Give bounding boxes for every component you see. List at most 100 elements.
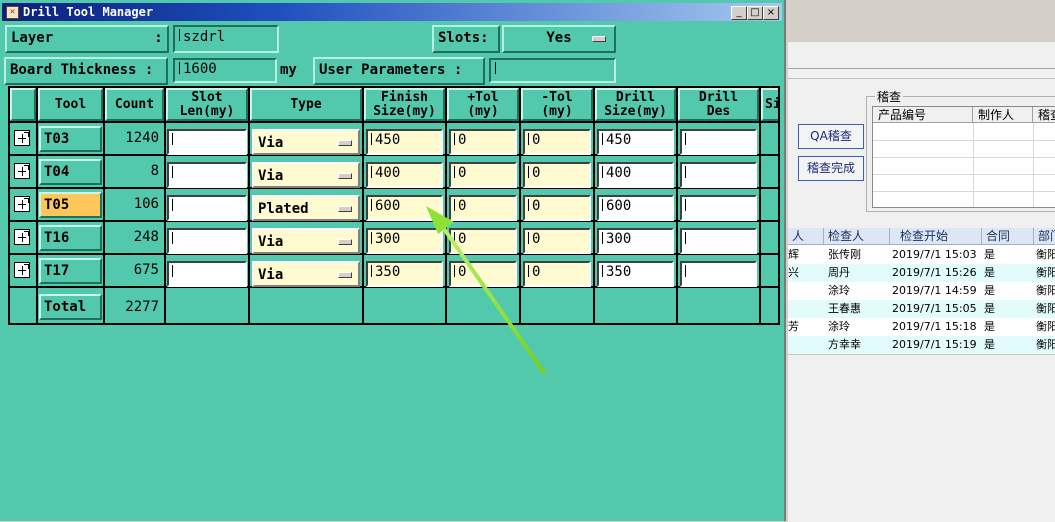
header-finish-size[interactable]: Finish Size(my) — [364, 88, 445, 121]
list-item[interactable]: 兴 周丹 2019/7/1 15:26 是 衡阳 — [788, 264, 1055, 282]
header-drill-size[interactable]: Drill Size(my) — [595, 88, 676, 121]
header-slot-len[interactable]: Slot Len(my) — [166, 88, 248, 121]
minimize-button[interactable]: _ — [731, 6, 747, 20]
drill-size-input[interactable]: 450 — [597, 129, 674, 155]
list-item[interactable]: 方幸幸 2019/7/1 15:19 是 衡阳 — [788, 336, 1055, 354]
tool-button-t16[interactable]: T16 — [39, 225, 102, 251]
type-dropdown[interactable]: Via — [252, 162, 360, 188]
drill-size-input[interactable]: 400 — [597, 162, 674, 188]
arrow-shaft — [440, 224, 547, 376]
expand-toggle-icon[interactable] — [14, 163, 30, 179]
drill-size-input[interactable]: 300 — [597, 228, 674, 254]
header-type[interactable]: Type — [250, 88, 362, 121]
expand-toggle-icon[interactable] — [14, 196, 30, 212]
slot-len-input[interactable] — [167, 162, 247, 188]
list-cell-inspector: 张传刚 — [828, 248, 861, 261]
board-thickness-input[interactable]: 1600 — [173, 58, 277, 83]
list-cell-inspector: 周丹 — [828, 266, 850, 279]
text-cursor-icon — [685, 265, 688, 277]
drill-des-input[interactable] — [680, 129, 757, 155]
tool-button-t05[interactable]: T05 — [39, 192, 102, 218]
text-cursor-icon — [602, 232, 605, 244]
finish-size-input-value: 350 — [375, 264, 401, 280]
list-item[interactable]: 涂玲 2019/7/1 14:59 是 衡阳 — [788, 282, 1055, 300]
qa-audit-button[interactable]: QA稽查 — [798, 124, 864, 149]
tool-button-t03[interactable]: T03 — [39, 126, 102, 152]
drill-size-input[interactable]: 350 — [597, 261, 674, 287]
audit-group-title: 稽查 — [875, 88, 904, 105]
type-value: Via — [258, 168, 284, 184]
drill-des-input[interactable] — [680, 228, 757, 254]
list-cell-inspector: 方幸幸 — [828, 338, 861, 351]
product-grid-header[interactable]: 产品编号 — [873, 107, 973, 123]
list-header[interactable]: 检查开始 — [890, 228, 982, 245]
text-cursor-icon — [172, 232, 175, 244]
list-cell-contract: 是 — [984, 320, 995, 333]
drill-size-input-value: 600 — [606, 198, 632, 214]
close-button[interactable]: × — [763, 6, 779, 20]
header-tool[interactable]: Tool — [38, 88, 103, 121]
slot-len-input[interactable] — [167, 228, 247, 254]
window-title: Drill Tool Manager — [23, 5, 154, 19]
finish-size-input-value: 400 — [375, 165, 401, 181]
tool-button-t04[interactable]: T04 — [39, 159, 102, 185]
drill-des-input[interactable] — [680, 195, 757, 221]
list-cell-start: 2019/7/1 15:19 — [892, 338, 977, 351]
slot-len-input[interactable] — [167, 129, 247, 155]
product-grid[interactable]: 产品编号 制作人 稽查 — [872, 106, 1055, 208]
user-parameters-input[interactable] — [489, 58, 616, 83]
finish-size-input[interactable]: 400 — [366, 162, 443, 188]
slot-len-input[interactable] — [167, 195, 247, 221]
dropdown-indicator-icon — [592, 36, 606, 42]
list-header[interactable]: 部门 — [1034, 228, 1055, 245]
tool-count: 248 — [133, 229, 159, 245]
maximize-button[interactable]: □ — [747, 6, 763, 20]
list-header[interactable]: 人 — [788, 228, 824, 245]
app-toolbar-band — [788, 42, 1055, 69]
type-dropdown[interactable]: Plated — [252, 195, 360, 221]
slots-dropdown[interactable]: Yes — [502, 25, 616, 53]
list-header[interactable]: 合同 — [982, 228, 1034, 245]
layer-input[interactable]: szdrl — [173, 25, 279, 53]
text-cursor-icon — [685, 133, 688, 145]
tool-button-t17[interactable]: T17 — [39, 258, 102, 284]
plus-tol-input[interactable]: 0 — [449, 162, 517, 188]
type-dropdown[interactable]: Via — [252, 261, 360, 287]
header-drill-des[interactable]: Drill Des — [678, 88, 759, 121]
header-plus-tol[interactable]: +Tol (my) — [447, 88, 519, 121]
expand-toggle-icon[interactable] — [14, 229, 30, 245]
type-dropdown[interactable]: Via — [252, 228, 360, 254]
header-minus-tol[interactable]: -Tol (my) — [521, 88, 593, 121]
board-thickness-unit: my — [280, 62, 297, 78]
plus-tol-input[interactable]: 0 — [449, 129, 517, 155]
inspection-list[interactable]: 人 检查人 检查开始 合同 部门 辉张传刚2019/7/1 15:03是衡阳兴周… — [788, 228, 1055, 354]
slot-len-input[interactable] — [167, 261, 247, 287]
drill-des-input[interactable] — [680, 261, 757, 287]
header-expand — [10, 88, 36, 121]
title-bar[interactable]: ✕ Drill Tool Manager _ □ × — [2, 3, 782, 21]
header-count[interactable]: Count — [105, 88, 164, 121]
arrow-annotation — [426, 206, 547, 376]
list-item[interactable]: 辉 张传刚 2019/7/1 15:03 是 衡阳 — [788, 246, 1055, 264]
list-cell-contract: 是 — [984, 284, 995, 297]
text-cursor-icon — [528, 166, 531, 178]
product-grid-header[interactable]: 稽查 — [1033, 107, 1055, 123]
expand-toggle-icon[interactable] — [14, 130, 30, 146]
list-cell-start: 2019/7/1 15:18 — [892, 320, 977, 333]
drill-size-input[interactable]: 600 — [597, 195, 674, 221]
list-item[interactable]: 芳 涂玲 2019/7/1 15:18 是 衡阳 — [788, 318, 1055, 336]
list-header[interactable]: 检查人 — [824, 228, 890, 245]
total-label: Total — [39, 294, 102, 320]
minus-tol-input[interactable]: 0 — [523, 162, 591, 188]
expand-toggle-icon[interactable] — [14, 262, 30, 278]
text-cursor-icon — [602, 199, 605, 211]
product-grid-header[interactable]: 制作人 — [973, 107, 1033, 123]
type-dropdown[interactable]: Via — [252, 129, 360, 155]
minus-tol-input[interactable]: 0 — [523, 129, 591, 155]
drill-des-input[interactable] — [680, 162, 757, 188]
list-item[interactable]: 王春惠 2019/7/1 15:05 是 衡阳 — [788, 300, 1055, 318]
text-cursor-icon — [179, 29, 182, 41]
finish-size-input[interactable]: 450 — [366, 129, 443, 155]
audit-done-button[interactable]: 稽查完成 — [798, 156, 864, 181]
header-si[interactable]: Si — [761, 88, 778, 121]
